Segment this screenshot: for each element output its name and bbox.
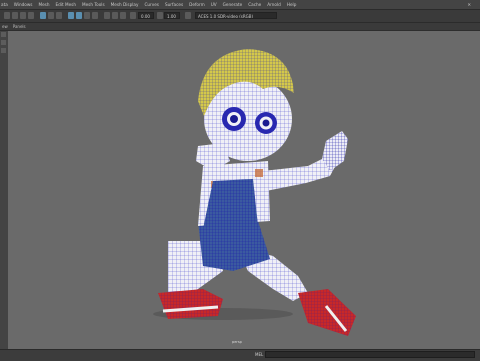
viewport-toolbar: 0.00 1.00 ACES 1.0 SDR-video (sRGB) [0,10,480,23]
wireframe-icon[interactable] [68,12,74,19]
menu-item-generate[interactable]: Generate [223,0,243,9]
panel-menu-panels[interactable]: Panels [13,24,26,29]
lights-icon[interactable] [92,12,98,19]
viewport-3d[interactable]: persp [8,31,480,349]
main-menubar: ata Windows Mesh Edit Mesh Mesh Tools Me… [0,0,480,10]
menu-item-mesh-tools[interactable]: Mesh Tools [82,0,105,9]
menu-item-uv[interactable]: UV [211,0,217,9]
menu-item-surfaces[interactable]: Surfaces [165,0,183,9]
gamma-field[interactable]: 1.00 [164,12,180,19]
lock-camera-icon[interactable] [12,12,18,19]
colorspace-dropdown[interactable]: ACES 1.0 SDR-video (sRGB) [195,12,277,19]
select-tool-icon[interactable] [1,32,6,37]
exposure-field[interactable]: 0.00 [138,12,154,19]
menu-item-deform[interactable]: Deform [189,0,205,9]
gamma-icon[interactable] [157,12,163,19]
mel-label[interactable]: MEL [255,352,263,357]
menu-item-mesh-display[interactable]: Mesh Display [111,0,139,9]
exposure-icon[interactable] [130,12,136,19]
color-management-icon[interactable] [185,12,191,19]
textured-icon[interactable] [84,12,90,19]
camera-label: persp [232,340,242,344]
panel-menu-view[interactable]: ew [2,24,8,29]
tool-strip [0,31,8,59]
panel-menubar: ew Panels [0,23,480,31]
resolution-gate-icon[interactable] [56,12,62,19]
ambient-occlusion-icon[interactable] [112,12,118,19]
menu-item-curves[interactable]: Curves [144,0,159,9]
window-close-icon[interactable]: ✕ [467,0,471,9]
paint-select-icon[interactable] [1,48,6,53]
character-model-wireframe [153,49,356,336]
menu-item-cache[interactable]: Cache [248,0,261,9]
camera-icon[interactable] [4,12,10,19]
smooth-shade-icon[interactable] [76,12,82,19]
menu-item-edit-mesh[interactable]: Edit Mesh [56,0,76,9]
command-input[interactable] [265,351,475,358]
image-plane-icon[interactable] [28,12,34,19]
menu-item-mesh[interactable]: Mesh [38,0,49,9]
menu-item-arnold[interactable]: Arnold [267,0,281,9]
grid-icon[interactable] [40,12,46,19]
menu-item-help[interactable]: Help [287,0,297,9]
bookmark-icon[interactable] [20,12,26,19]
menu-item-windows[interactable]: Windows [14,0,33,9]
lasso-tool-icon[interactable] [1,40,6,45]
isolate-select-icon[interactable] [120,12,126,19]
film-gate-icon[interactable] [48,12,54,19]
shadows-icon[interactable] [104,12,110,19]
menu-item-ata[interactable]: ata [1,0,8,9]
